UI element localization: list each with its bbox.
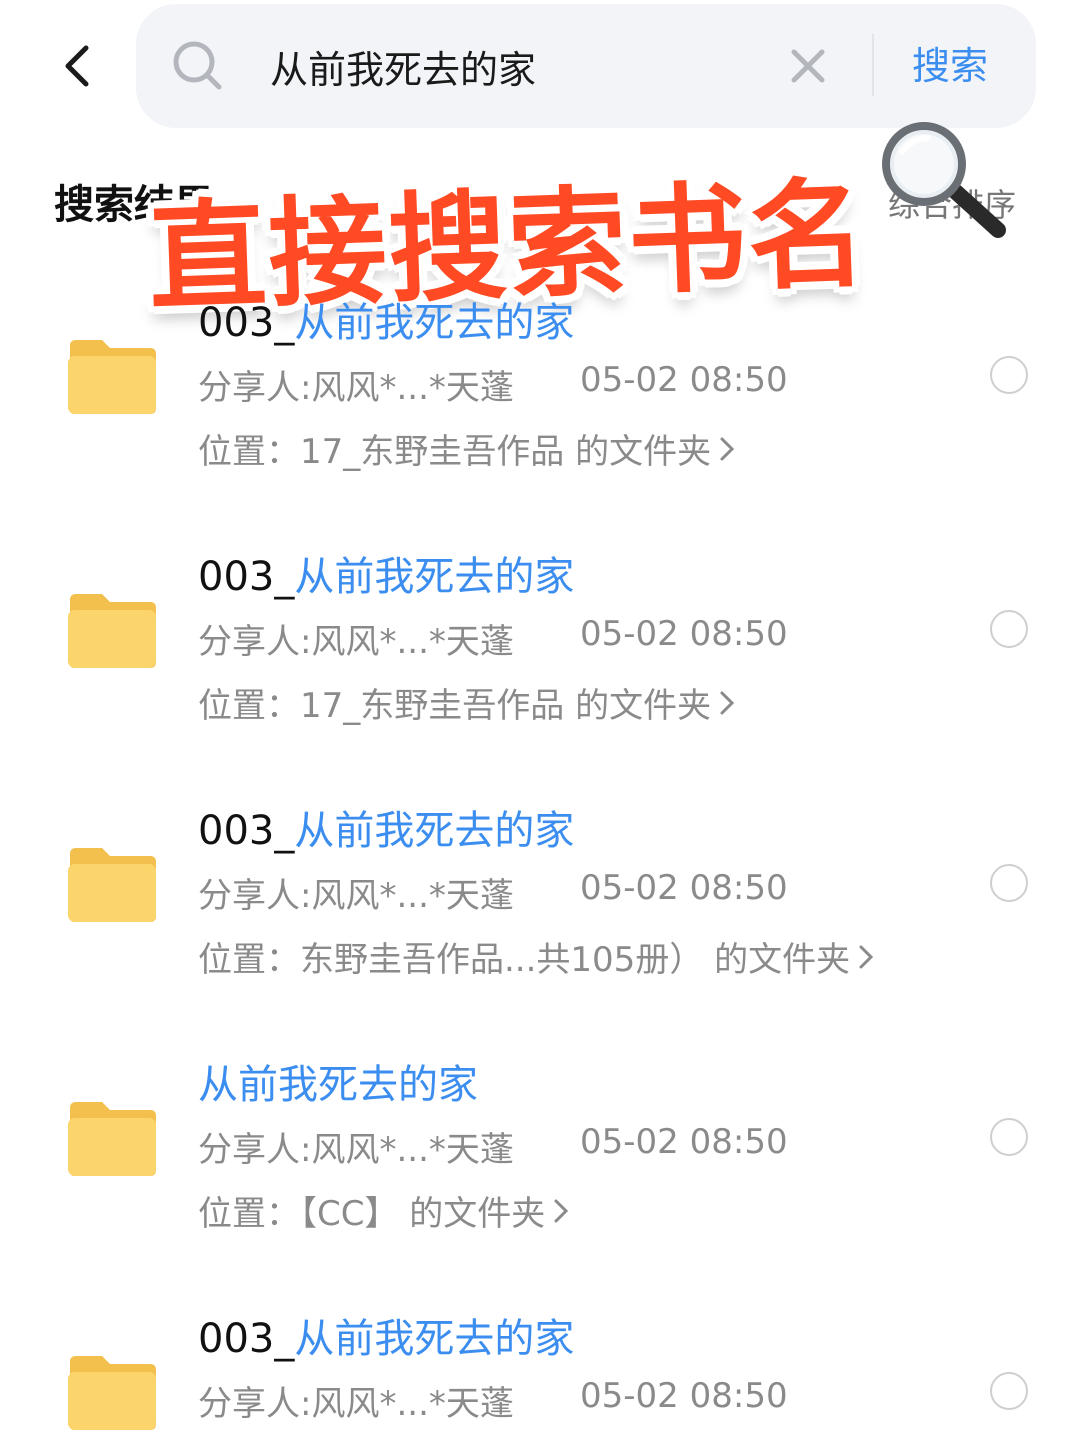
- item-meta: 分享人:风风*...*天蓬 05-02 08:50: [198, 614, 788, 663]
- clear-button[interactable]: [784, 42, 832, 90]
- chevron-right-icon: [554, 1199, 569, 1222]
- close-icon: [791, 49, 825, 83]
- folder-icon: [68, 1356, 156, 1430]
- chevron-right-icon: [720, 691, 735, 714]
- back-button[interactable]: [52, 36, 102, 96]
- list-item[interactable]: 003_从前我死去的家 分享人:风风*...*天蓬 05-02 08:50 位置…: [0, 788, 1080, 1042]
- item-location-link[interactable]: 位置：17_东野圭吾作品 的文件夹: [198, 424, 735, 473]
- item-title: 从前我死去的家: [198, 1052, 478, 1110]
- item-title: 003_从前我死去的家: [198, 544, 574, 602]
- item-time: 05-02 08:50: [580, 614, 788, 654]
- item-time: 05-02 08:50: [580, 1122, 788, 1162]
- item-time: 05-02 08:50: [580, 868, 788, 908]
- item-title-prefix: 003_: [198, 1316, 295, 1362]
- folder-icon: [68, 1102, 156, 1176]
- item-meta: 分享人:风风*...*天蓬 05-02 08:50: [198, 868, 788, 917]
- item-title-prefix: 003_: [198, 808, 295, 854]
- select-radio[interactable]: [990, 1372, 1028, 1410]
- item-time: 05-02 08:50: [580, 360, 788, 400]
- item-sharer: 分享人:风风*...*天蓬: [198, 1130, 514, 1170]
- chevron-left-icon: [65, 45, 89, 87]
- search-input[interactable]: [270, 36, 750, 96]
- item-time: 05-02 08:50: [580, 1376, 788, 1416]
- search-divider: [872, 34, 874, 96]
- item-title-highlight: 从前我死去的家: [294, 1316, 575, 1362]
- list-item[interactable]: 003_从前我死去的家 分享人:风风*...*天蓬 05-02 08:50 位置…: [0, 534, 1080, 788]
- select-radio[interactable]: [990, 864, 1028, 902]
- item-location: 位置：17_东野圭吾作品 的文件夹: [198, 686, 712, 726]
- list-item[interactable]: 003_从前我死去的家 分享人:风风*...*天蓬 05-02 08:50 位置…: [0, 280, 1080, 534]
- item-meta: 分享人:风风*...*天蓬 05-02 08:50: [198, 1122, 788, 1171]
- select-radio[interactable]: [990, 1118, 1028, 1156]
- item-location-link[interactable]: 位置：东野圭吾作品...共105册） 的文件夹: [198, 932, 874, 981]
- chevron-right-icon: [859, 945, 874, 968]
- select-radio[interactable]: [990, 610, 1028, 648]
- item-meta: 分享人:风风*...*天蓬 05-02 08:50: [198, 360, 788, 409]
- item-title: 003_从前我死去的家: [198, 1306, 574, 1364]
- list-item[interactable]: 从前我死去的家 分享人:风风*...*天蓬 05-02 08:50 位置：【CC…: [0, 1042, 1080, 1296]
- item-title-prefix: 003_: [198, 300, 295, 346]
- chevron-right-icon: [720, 437, 735, 460]
- item-title: 003_从前我死去的家: [198, 290, 574, 348]
- item-title-highlight: 从前我死去的家: [294, 300, 575, 346]
- magnifier-icon: [882, 122, 1006, 238]
- item-title-prefix: 003_: [198, 554, 295, 600]
- item-title: 003_从前我死去的家: [198, 798, 574, 856]
- item-title-highlight: 从前我死去的家: [198, 1062, 478, 1108]
- item-meta: 分享人:风风*...*天蓬 05-02 08:50: [198, 1376, 788, 1425]
- item-title-highlight: 从前我死去的家: [294, 808, 575, 854]
- search-icon: [173, 41, 222, 90]
- folder-icon: [68, 340, 156, 414]
- search-button[interactable]: 搜索: [900, 38, 1000, 94]
- item-location-link[interactable]: 位置：17_东野圭吾作品 的文件夹: [198, 678, 735, 727]
- item-location: 位置：东野圭吾作品...共105册） 的文件夹: [198, 940, 851, 980]
- folder-icon: [68, 594, 156, 668]
- folder-icon: [68, 848, 156, 922]
- item-sharer: 分享人:风风*...*天蓬: [198, 622, 514, 662]
- item-title-highlight: 从前我死去的家: [294, 554, 575, 600]
- item-sharer: 分享人:风风*...*天蓬: [198, 1384, 514, 1424]
- item-sharer: 分享人:风风*...*天蓬: [198, 876, 514, 916]
- item-location-link[interactable]: 位置：【CC】 的文件夹: [198, 1186, 569, 1235]
- list-item[interactable]: 003_从前我死去的家 分享人:风风*...*天蓬 05-02 08:50: [0, 1296, 1080, 1440]
- item-sharer: 分享人:风风*...*天蓬: [198, 368, 514, 408]
- select-radio[interactable]: [990, 356, 1028, 394]
- item-location: 位置：【CC】 的文件夹: [198, 1194, 546, 1234]
- item-location: 位置：17_东野圭吾作品 的文件夹: [198, 432, 712, 472]
